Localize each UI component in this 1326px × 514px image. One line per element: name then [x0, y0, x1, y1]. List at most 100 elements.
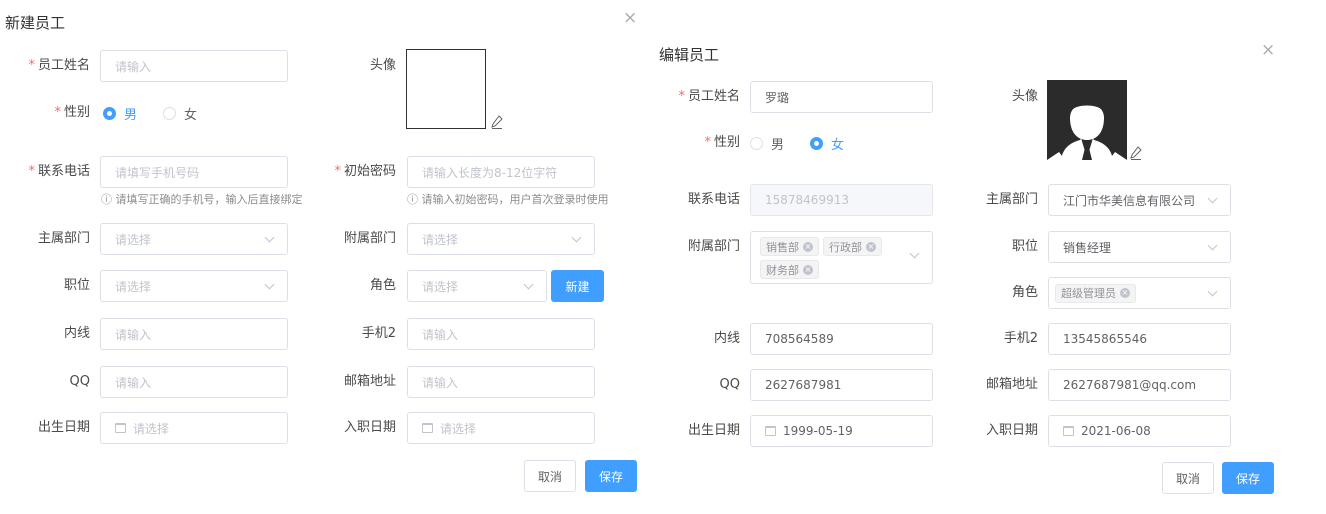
gender-female-radio[interactable]: 女	[163, 104, 197, 123]
tag-text: 超级管理员	[1061, 287, 1116, 300]
ext-input[interactable]: 708564589	[750, 323, 933, 355]
hire-date-picker[interactable]: 请选择	[407, 412, 595, 444]
position-select[interactable]: 销售经理	[1048, 231, 1231, 263]
tag-close-icon[interactable]: ×	[803, 241, 813, 252]
qq-input[interactable]: 请输入	[100, 366, 288, 398]
edit-dialog-title: 编辑员工	[659, 46, 720, 64]
tag-text: 销售部	[766, 240, 799, 254]
hire-date-placeholder: 请选择	[440, 421, 477, 436]
new-role-button[interactable]: 新建	[551, 270, 604, 302]
ext-input[interactable]: 请输入	[100, 318, 288, 350]
chevron-down-icon	[909, 248, 920, 259]
avatar-upload[interactable]	[406, 49, 486, 129]
cancel-button[interactable]: 取消	[1162, 462, 1214, 494]
calendar-icon	[115, 423, 126, 433]
pencil-icon[interactable]	[491, 115, 503, 133]
position-label: 职位	[63, 278, 90, 293]
email-input-value: 2627687981@qq.com	[1063, 378, 1197, 392]
dept-select[interactable]: 江门市华美信息有限公司	[1048, 184, 1231, 216]
role-multi-select[interactable]: 超级管理员 ×	[1048, 277, 1231, 309]
password-input[interactable]: 请输入长度为8-12位字符	[407, 156, 595, 188]
qq-label: QQ	[719, 377, 740, 392]
birth-date-picker[interactable]: 1999-05-19	[750, 415, 933, 447]
gender-female-radio[interactable]: 女	[810, 134, 844, 153]
avatar-image[interactable]	[1047, 80, 1127, 160]
tag-text: 财务部	[766, 263, 799, 277]
ext-input-placeholder: 请输入	[115, 327, 152, 342]
tag-close-icon[interactable]: ×	[803, 264, 813, 275]
close-icon[interactable]: ×	[1261, 42, 1275, 59]
phone-hint: ⓘ 请填写正确的手机号，输入后直接绑定	[101, 193, 303, 206]
name-input[interactable]: 罗璐	[750, 81, 933, 113]
subdept-multi-select[interactable]: 销售部 × 行政部 × 财务部 ×	[750, 231, 933, 284]
avatar-label: 头像	[1011, 89, 1038, 104]
phone2-input-placeholder: 请输入	[422, 327, 459, 342]
avatar-label: 头像	[369, 58, 396, 73]
phone-input-value: 15878469913	[765, 193, 849, 207]
calendar-icon	[765, 426, 776, 436]
gender-female-text: 女	[831, 137, 845, 153]
required-mark: *	[28, 164, 35, 179]
role-tags: 超级管理员 ×	[1055, 282, 1201, 305]
ext-label: 内线	[63, 326, 90, 341]
required-mark: *	[678, 89, 685, 104]
name-label: * 员工姓名	[655, 81, 740, 113]
qq-input-placeholder: 请输入	[115, 375, 152, 390]
dept-label: 主属部门	[985, 192, 1038, 207]
tag-close-icon[interactable]: ×	[1120, 288, 1130, 298]
tag-close-icon[interactable]: ×	[866, 241, 876, 252]
dept-select-value: 江门市华美信息有限公司	[1063, 193, 1196, 208]
position-select-placeholder: 请选择	[115, 279, 152, 294]
chevron-down-icon	[1207, 193, 1218, 203]
gender-male-radio[interactable]: 男	[103, 104, 137, 123]
name-input-placeholder: 请输入	[115, 59, 152, 74]
gender-label: * 性别	[655, 127, 740, 159]
gender-label-text: 性别	[63, 105, 90, 120]
radio-dot	[163, 106, 177, 120]
gender-radio-group: 男 女	[103, 97, 223, 129]
chevron-down-icon	[264, 232, 275, 242]
cancel-button[interactable]: 取消	[524, 460, 576, 492]
phone2-input[interactable]: 请输入	[407, 318, 595, 350]
phone-label: * 联系电话	[5, 156, 90, 188]
gender-male-text: 男	[771, 137, 785, 153]
birth-date-picker[interactable]: 请选择	[100, 412, 288, 444]
phone2-input-value: 13545865546	[1063, 332, 1147, 346]
phone2-label: 手机2	[361, 326, 396, 341]
gender-female-text: 女	[184, 107, 198, 123]
radio-dot	[810, 136, 824, 150]
role-select[interactable]: 请选择	[407, 270, 547, 302]
password-input-placeholder: 请输入长度为8-12位字符	[422, 165, 558, 180]
password-label: * 初始密码	[310, 156, 396, 188]
subdept-select[interactable]: 请选择	[407, 223, 595, 255]
save-button[interactable]: 保存	[1222, 462, 1274, 494]
subdept-tag: 行政部 ×	[823, 237, 882, 256]
phone-label-text: 联系电话	[37, 164, 90, 179]
phone-input: 15878469913	[750, 184, 933, 216]
chevron-down-icon	[1207, 240, 1218, 250]
calendar-icon	[422, 423, 433, 433]
close-icon[interactable]: ×	[623, 10, 637, 27]
position-select-value: 销售经理	[1063, 240, 1112, 255]
save-button[interactable]: 保存	[585, 460, 637, 492]
phone-input[interactable]: 请填写手机号码	[100, 156, 288, 188]
hire-date-picker[interactable]: 2021-06-08	[1048, 415, 1231, 447]
phone2-input[interactable]: 13545865546	[1048, 323, 1231, 355]
dept-select[interactable]: 请选择	[100, 223, 288, 255]
role-label: 角色	[1011, 285, 1038, 300]
email-input[interactable]: 2627687981@qq.com	[1048, 369, 1231, 401]
gender-male-radio[interactable]: 男	[750, 134, 784, 153]
position-select[interactable]: 请选择	[100, 270, 288, 302]
position-label: 职位	[1011, 239, 1038, 254]
pencil-icon[interactable]	[1130, 146, 1142, 164]
qq-input-value: 2627687981	[765, 378, 842, 392]
chevron-down-icon	[1207, 286, 1218, 296]
required-mark: *	[704, 135, 711, 150]
gender-male-text: 男	[124, 107, 138, 123]
qq-input[interactable]: 2627687981	[750, 369, 933, 401]
subdept-tag: 财务部 ×	[760, 260, 819, 279]
required-mark: *	[28, 58, 35, 73]
name-input[interactable]: 请输入	[100, 50, 288, 82]
email-input[interactable]: 请输入	[407, 366, 595, 398]
name-label-text: 员工姓名	[687, 89, 740, 104]
